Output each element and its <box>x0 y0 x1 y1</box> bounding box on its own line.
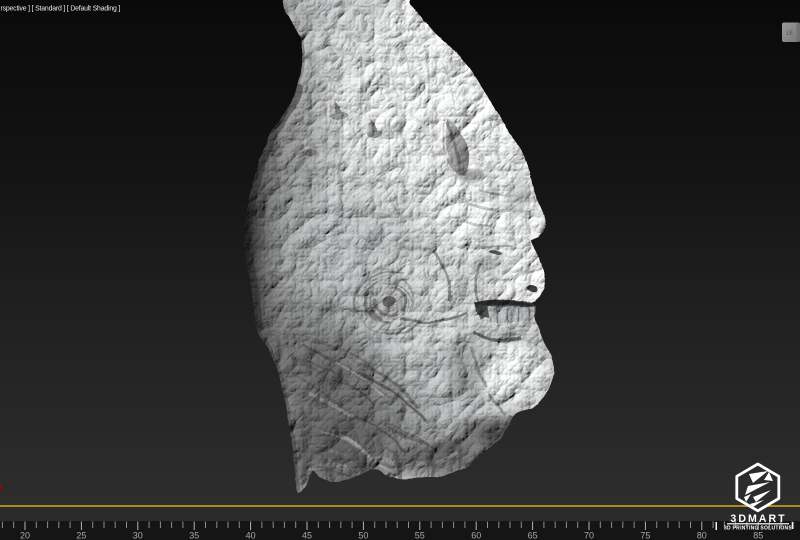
svg-text:35: 35 <box>189 531 199 540</box>
svg-text:LE: LE <box>787 31 794 37</box>
svg-text:75: 75 <box>640 531 650 540</box>
svg-text:55: 55 <box>415 531 425 540</box>
svg-text:3D PRINTING SOLUTIONS: 3D PRINTING SOLUTIONS <box>724 525 792 531</box>
svg-text:25: 25 <box>76 531 86 540</box>
svg-text:80: 80 <box>697 531 707 540</box>
svg-text:85: 85 <box>753 531 763 540</box>
svg-text:20: 20 <box>20 531 30 540</box>
svg-text:rspective ] [ Standard ] [ Def: rspective ] [ Standard ] [ Default Shadi… <box>1 6 121 13</box>
svg-text:65: 65 <box>528 531 538 540</box>
svg-text:30: 30 <box>133 531 143 540</box>
svg-text:50: 50 <box>358 531 368 540</box>
svg-text:45: 45 <box>302 531 312 540</box>
svg-text:60: 60 <box>471 531 481 540</box>
svg-text:40: 40 <box>246 531 256 540</box>
svg-text:70: 70 <box>584 531 594 540</box>
